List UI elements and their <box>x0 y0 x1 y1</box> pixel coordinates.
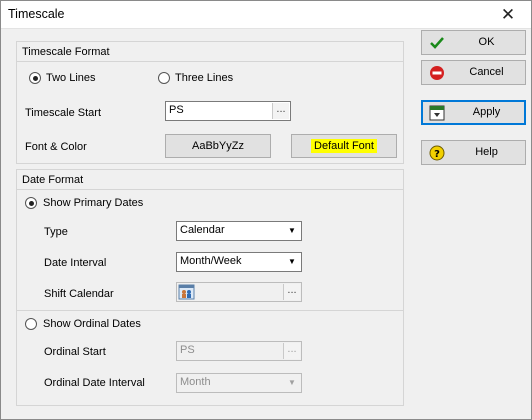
font-color-label: Font & Color <box>25 141 87 153</box>
show-primary-dates-label[interactable]: Show Primary Dates <box>43 197 143 209</box>
shift-calendar-label: Shift Calendar <box>44 288 114 300</box>
date-interval-value: Month/Week <box>180 255 242 267</box>
timescale-format-group: Timescale Format Two Lines Three Lines T… <box>16 41 404 164</box>
show-ordinal-dates-label[interactable]: Show Ordinal Dates <box>43 318 141 330</box>
ordinal-date-interval-label: Ordinal Date Interval <box>44 377 145 389</box>
apply-label: Apply <box>472 106 501 118</box>
ok-label: OK <box>478 36 495 48</box>
timescale-start-field[interactable]: PS ... <box>165 101 291 121</box>
shift-calendar-field[interactable]: ... <box>176 282 302 302</box>
shift-calendar-browse-button[interactable]: ... <box>283 284 300 300</box>
window-title: Timescale <box>8 7 65 21</box>
ordinal-start-value: PS <box>180 344 195 356</box>
timescale-dialog: Timescale ✕ Timescale Format Two Lines T… <box>0 0 532 420</box>
title-bar: Timescale ✕ <box>1 1 531 29</box>
default-font-label: Default Font <box>311 139 377 153</box>
three-lines-radio[interactable] <box>158 72 170 84</box>
show-primary-dates-radio[interactable] <box>25 197 37 209</box>
date-format-header: Date Format <box>17 170 403 190</box>
font-sample-button[interactable]: AaBbYyZz <box>165 134 271 158</box>
type-label: Type <box>44 226 68 238</box>
apply-button[interactable]: Apply <box>421 100 526 125</box>
three-lines-label[interactable]: Three Lines <box>175 72 233 84</box>
show-ordinal-dates-radio[interactable] <box>25 318 37 330</box>
calendar-people-icon <box>178 284 195 300</box>
default-font-button[interactable]: Default Font <box>291 134 397 158</box>
type-select[interactable]: Calendar ▼ <box>176 221 302 241</box>
cancel-button[interactable]: Cancel <box>421 60 526 85</box>
chevron-down-icon[interactable]: ▼ <box>284 375 300 391</box>
timescale-start-value: PS <box>169 104 184 116</box>
help-button[interactable]: ? Help <box>421 140 526 165</box>
check-icon <box>430 37 444 49</box>
chevron-down-icon[interactable]: ▼ <box>284 254 300 270</box>
ordinal-start-field[interactable]: PS ... <box>176 341 302 361</box>
date-format-group: Date Format Show Primary Dates Type Cale… <box>16 169 404 406</box>
help-label: Help <box>475 146 498 158</box>
timescale-format-header: Timescale Format <box>17 42 403 62</box>
ordinal-date-interval-value: Month <box>180 376 211 388</box>
chevron-down-icon[interactable]: ▼ <box>284 223 300 239</box>
font-sample-text: AaBbYyZz <box>192 140 244 152</box>
help-icon: ? <box>429 145 445 161</box>
no-entry-icon <box>430 66 444 80</box>
timescale-start-label: Timescale Start <box>25 107 102 119</box>
type-value: Calendar <box>180 224 225 236</box>
cancel-label: Cancel <box>469 66 504 78</box>
timescale-start-browse-button[interactable]: ... <box>272 103 289 119</box>
ordinal-start-label: Ordinal Start <box>44 346 106 358</box>
two-lines-label[interactable]: Two Lines <box>46 72 96 84</box>
ordinal-start-browse-button[interactable]: ... <box>283 343 300 359</box>
ok-button[interactable]: OK <box>421 30 526 55</box>
apply-icon <box>429 105 445 121</box>
close-button[interactable]: ✕ <box>485 1 531 29</box>
two-lines-radio[interactable] <box>29 72 41 84</box>
ordinal-separator <box>17 310 403 311</box>
date-interval-select[interactable]: Month/Week ▼ <box>176 252 302 272</box>
svg-text:?: ? <box>434 149 440 160</box>
date-interval-label: Date Interval <box>44 257 107 269</box>
ordinal-date-interval-select[interactable]: Month ▼ <box>176 373 302 393</box>
